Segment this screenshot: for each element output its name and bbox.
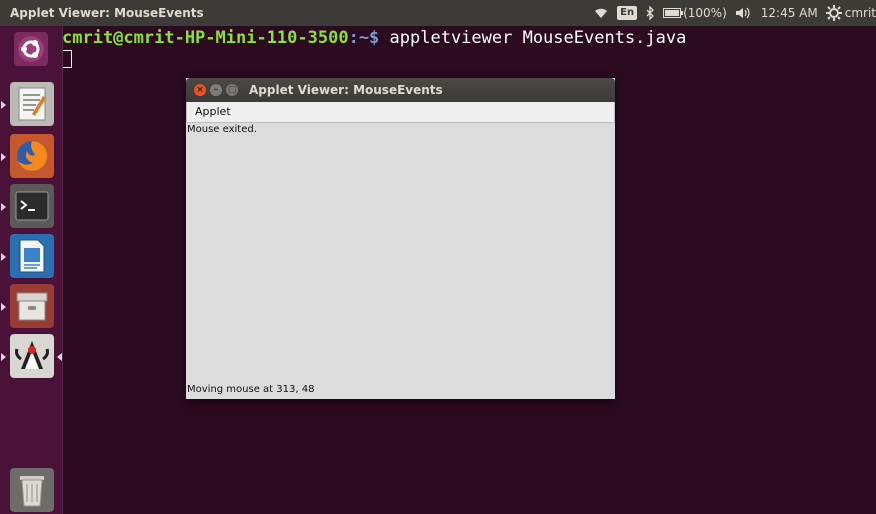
bluetooth-icon[interactable] [645, 6, 655, 20]
wifi-icon[interactable] [593, 6, 609, 20]
launcher-item-dash[interactable] [14, 32, 48, 66]
launcher-item-java-applet[interactable] [1, 334, 62, 378]
firefox-icon [17, 140, 48, 171]
prompt-user-host: cmrit@cmrit-HP-Mini-110-3500 [62, 28, 349, 48]
applet-canvas[interactable]: Mouse exited. Moving mouse at 313, 48 [186, 123, 615, 399]
launcher-item-trash[interactable] [10, 468, 54, 512]
maximize-button[interactable]: □ [226, 84, 238, 96]
close-button[interactable]: × [194, 84, 206, 96]
terminal-command: appletviewer MouseEvents.java [379, 28, 687, 48]
minimize-icon: – [213, 85, 219, 95]
ubuntu-logo-icon [18, 36, 44, 62]
terminal-prompt-line: cmrit@cmrit-HP-Mini-110-3500:~$ appletvi… [62, 28, 686, 48]
prompt-path: :~$ [348, 28, 380, 48]
window-title: Applet Viewer: MouseEvents [249, 83, 443, 97]
top-panel: Applet Viewer: MouseEvents En (100%) 12:… [0, 0, 876, 26]
window-titlebar[interactable]: × – □ Applet Viewer: MouseEvents [186, 78, 615, 102]
indicator-area: En (100%) 12:45 AM cmrit [593, 0, 876, 26]
battery-icon [663, 8, 684, 18]
active-window-title: Applet Viewer: MouseEvents [10, 6, 204, 20]
launcher [0, 26, 63, 514]
writer-icon [19, 239, 45, 273]
close-icon: × [196, 85, 204, 95]
mouse-status-message: Mouse exited. [187, 124, 257, 135]
gear-icon [825, 5, 842, 21]
launcher-item-firefox[interactable] [1, 134, 54, 178]
launcher-item-archive[interactable] [1, 284, 54, 328]
launcher-item-writer[interactable] [1, 234, 54, 278]
menu-applet[interactable]: Applet [195, 102, 231, 122]
applet-viewer-window[interactable]: × – □ Applet Viewer: MouseEvents Applet … [186, 78, 615, 399]
keyboard-layout-indicator[interactable]: En [617, 6, 638, 20]
java-duke-icon [15, 341, 49, 369]
user-name: cmrit [844, 6, 876, 20]
session-menu[interactable]: cmrit [825, 0, 876, 26]
battery-indicator[interactable]: (100%) [663, 0, 727, 26]
volume-icon[interactable] [735, 6, 753, 20]
text-editor-icon [18, 87, 46, 121]
terminal-cursor [62, 50, 72, 68]
clock[interactable]: 12:45 AM [761, 0, 818, 26]
trash-icon [20, 476, 44, 507]
terminal-icon [15, 191, 49, 221]
launcher-item-terminal[interactable] [1, 184, 54, 228]
battery-percent: (100%) [683, 6, 727, 20]
mouse-position-message: Moving mouse at 313, 48 [187, 384, 315, 395]
minimize-button[interactable]: – [210, 84, 222, 96]
launcher-item-text-editor[interactable] [1, 82, 54, 126]
archive-icon [16, 292, 48, 321]
maximize-icon: □ [227, 85, 237, 95]
menu-bar: Applet [186, 102, 615, 123]
